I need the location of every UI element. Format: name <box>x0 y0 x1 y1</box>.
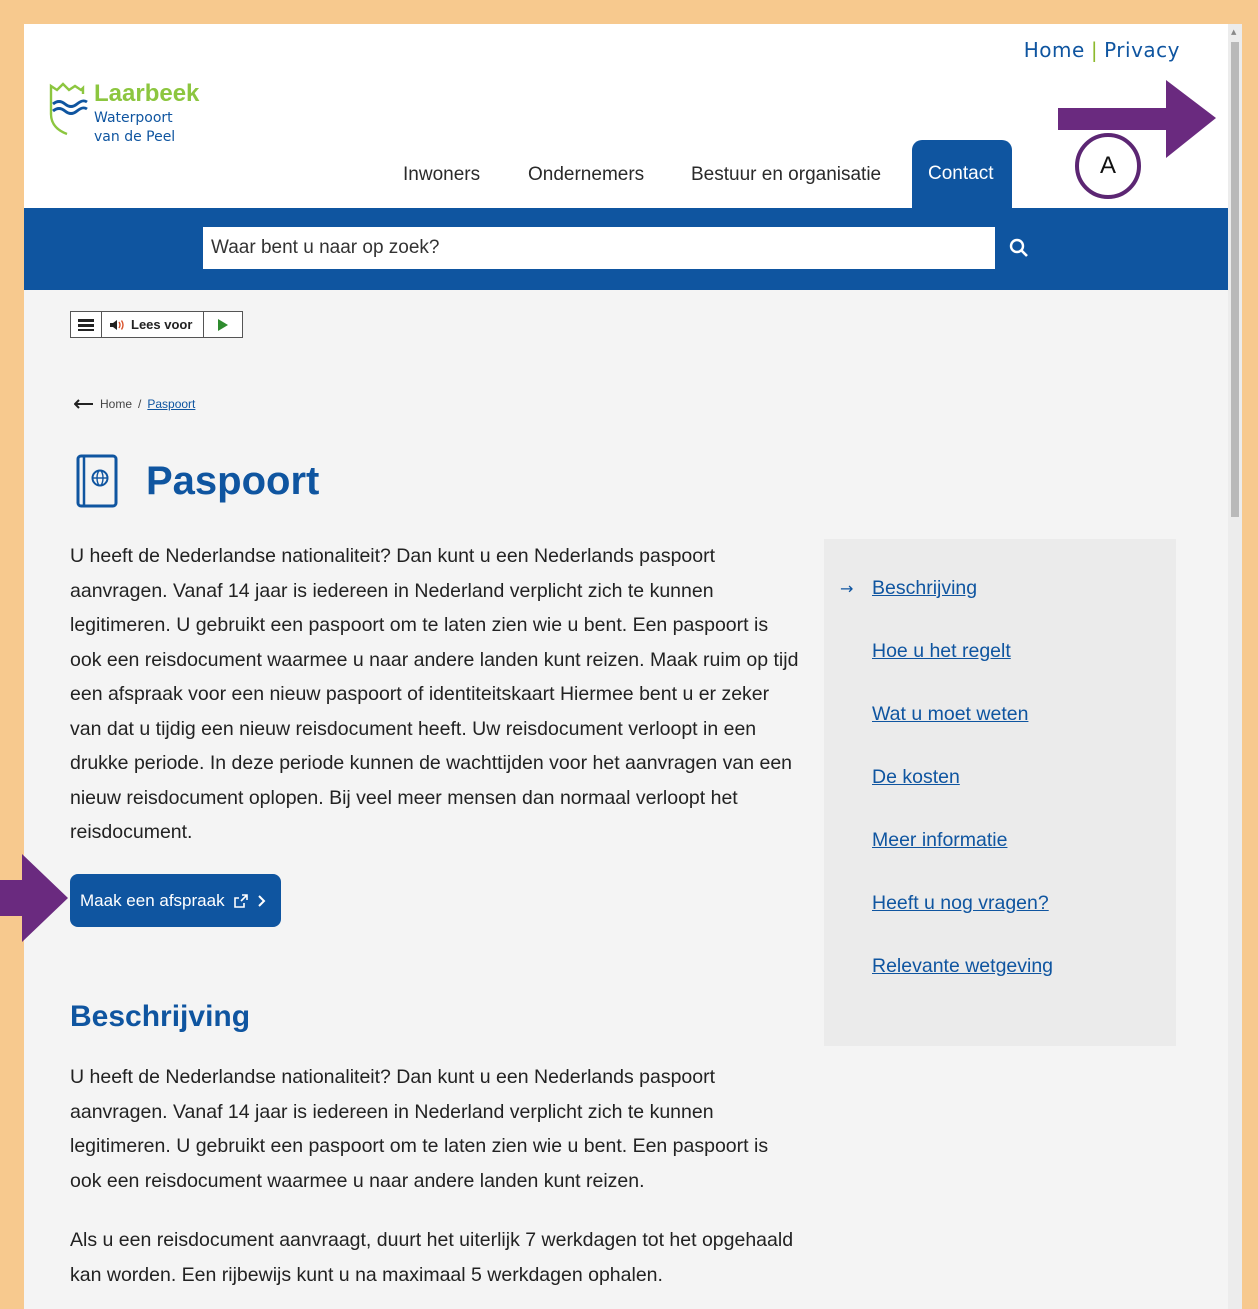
nav-item-ondernemers[interactable]: Ondernemers <box>528 164 644 186</box>
vertical-scrollbar[interactable]: ▲ <box>1228 24 1242 1309</box>
readspeaker-widget: Lees voor <box>70 311 243 338</box>
search-bar <box>24 208 1228 290</box>
logo-tagline: Waterpoort van de Peel <box>94 109 175 147</box>
site-header: Home | Privacy Laarbeek Waterpoort van de P… <box>24 24 1228 208</box>
browser-viewport: Home | Privacy Laarbeek Waterpoort van de P… <box>24 24 1242 1309</box>
toc-item-wat-u-moet-weten[interactable]: Wat u moet weten <box>872 703 1028 726</box>
readspeaker-label: Lees voor <box>131 317 193 332</box>
top-links: Home | Privacy <box>1024 38 1180 62</box>
nav-item-contact[interactable]: Contact <box>912 140 1012 208</box>
arrow-right-icon: → <box>840 579 854 598</box>
toc-item-beschrijving[interactable]: Beschrijving <box>872 577 977 600</box>
search-button[interactable] <box>1004 228 1034 268</box>
logo-emblem-icon <box>49 82 88 136</box>
toc-item-hoe-u-het-regelt[interactable]: Hoe u het regelt <box>872 640 1011 663</box>
external-link-icon <box>233 893 248 908</box>
breadcrumb-separator: / <box>138 397 142 411</box>
toc-item-de-kosten[interactable]: De kosten <box>872 766 960 789</box>
nav-item-bestuur-en-organisatie[interactable]: Bestuur en organisatie <box>691 164 881 186</box>
section-paragraph-1: U heeft de Nederlandse nationaliteit? Da… <box>70 1066 769 1192</box>
page-title-row: Paspoort <box>74 454 319 508</box>
section-heading-beschrijving: Beschrijving <box>70 1000 251 1033</box>
make-appointment-label: Maak een afspraak <box>80 890 225 910</box>
speaker-icon <box>110 319 124 330</box>
toc-item-heeft-u-nog-vragen[interactable]: Heeft u nog vragen? <box>872 892 1049 915</box>
logo-tagline-line1: Waterpoort <box>94 110 173 126</box>
readspeaker-play-button[interactable] <box>204 312 242 337</box>
intro-paragraph: U heeft de Nederlandse nationaliteit? Da… <box>70 545 799 843</box>
breadcrumb-current[interactable]: Paspoort <box>147 397 195 411</box>
play-icon <box>218 318 228 331</box>
toc-item-relevante-wetgeving[interactable]: Relevante wetgeving <box>872 955 1053 978</box>
logo-tagline-line2: van de Peel <box>94 129 176 145</box>
logo-name: Laarbeek <box>94 80 200 107</box>
menu-icon <box>78 318 94 331</box>
top-link-home[interactable]: Home <box>1024 38 1085 62</box>
breadcrumb: Home / Paspoort <box>74 397 195 411</box>
readspeaker-listen-button[interactable]: Lees voor <box>102 312 204 337</box>
passport-icon <box>76 454 118 508</box>
chevron-right-icon <box>257 894 266 907</box>
top-link-privacy[interactable]: Privacy <box>1104 38 1180 62</box>
search-input[interactable] <box>203 227 995 269</box>
scrollbar-thumb[interactable] <box>1231 42 1239 517</box>
nav-item-inwoners[interactable]: Inwoners <box>403 164 480 186</box>
readspeaker-menu-button[interactable] <box>71 312 102 337</box>
make-appointment-button[interactable]: Maak een afspraak <box>70 874 281 927</box>
annotation-marker: A <box>1075 133 1141 199</box>
scroll-up-arrow-icon[interactable]: ▲ <box>1231 28 1236 36</box>
section-paragraph-2: Als u een reisdocument aanvraagt, duurt … <box>70 1229 794 1286</box>
top-links-separator: | <box>1090 38 1099 62</box>
table-of-contents: → Beschrijving Hoe u het regelt Wat u mo… <box>824 539 1176 1046</box>
arrow-left-icon[interactable] <box>74 399 94 409</box>
search-icon <box>1009 238 1028 257</box>
annotation-arrow-right-left <box>0 854 68 942</box>
breadcrumb-home[interactable]: Home <box>100 397 132 411</box>
toc-item-meer-informatie[interactable]: Meer informatie <box>872 829 1007 852</box>
page-title: Paspoort <box>146 458 320 503</box>
